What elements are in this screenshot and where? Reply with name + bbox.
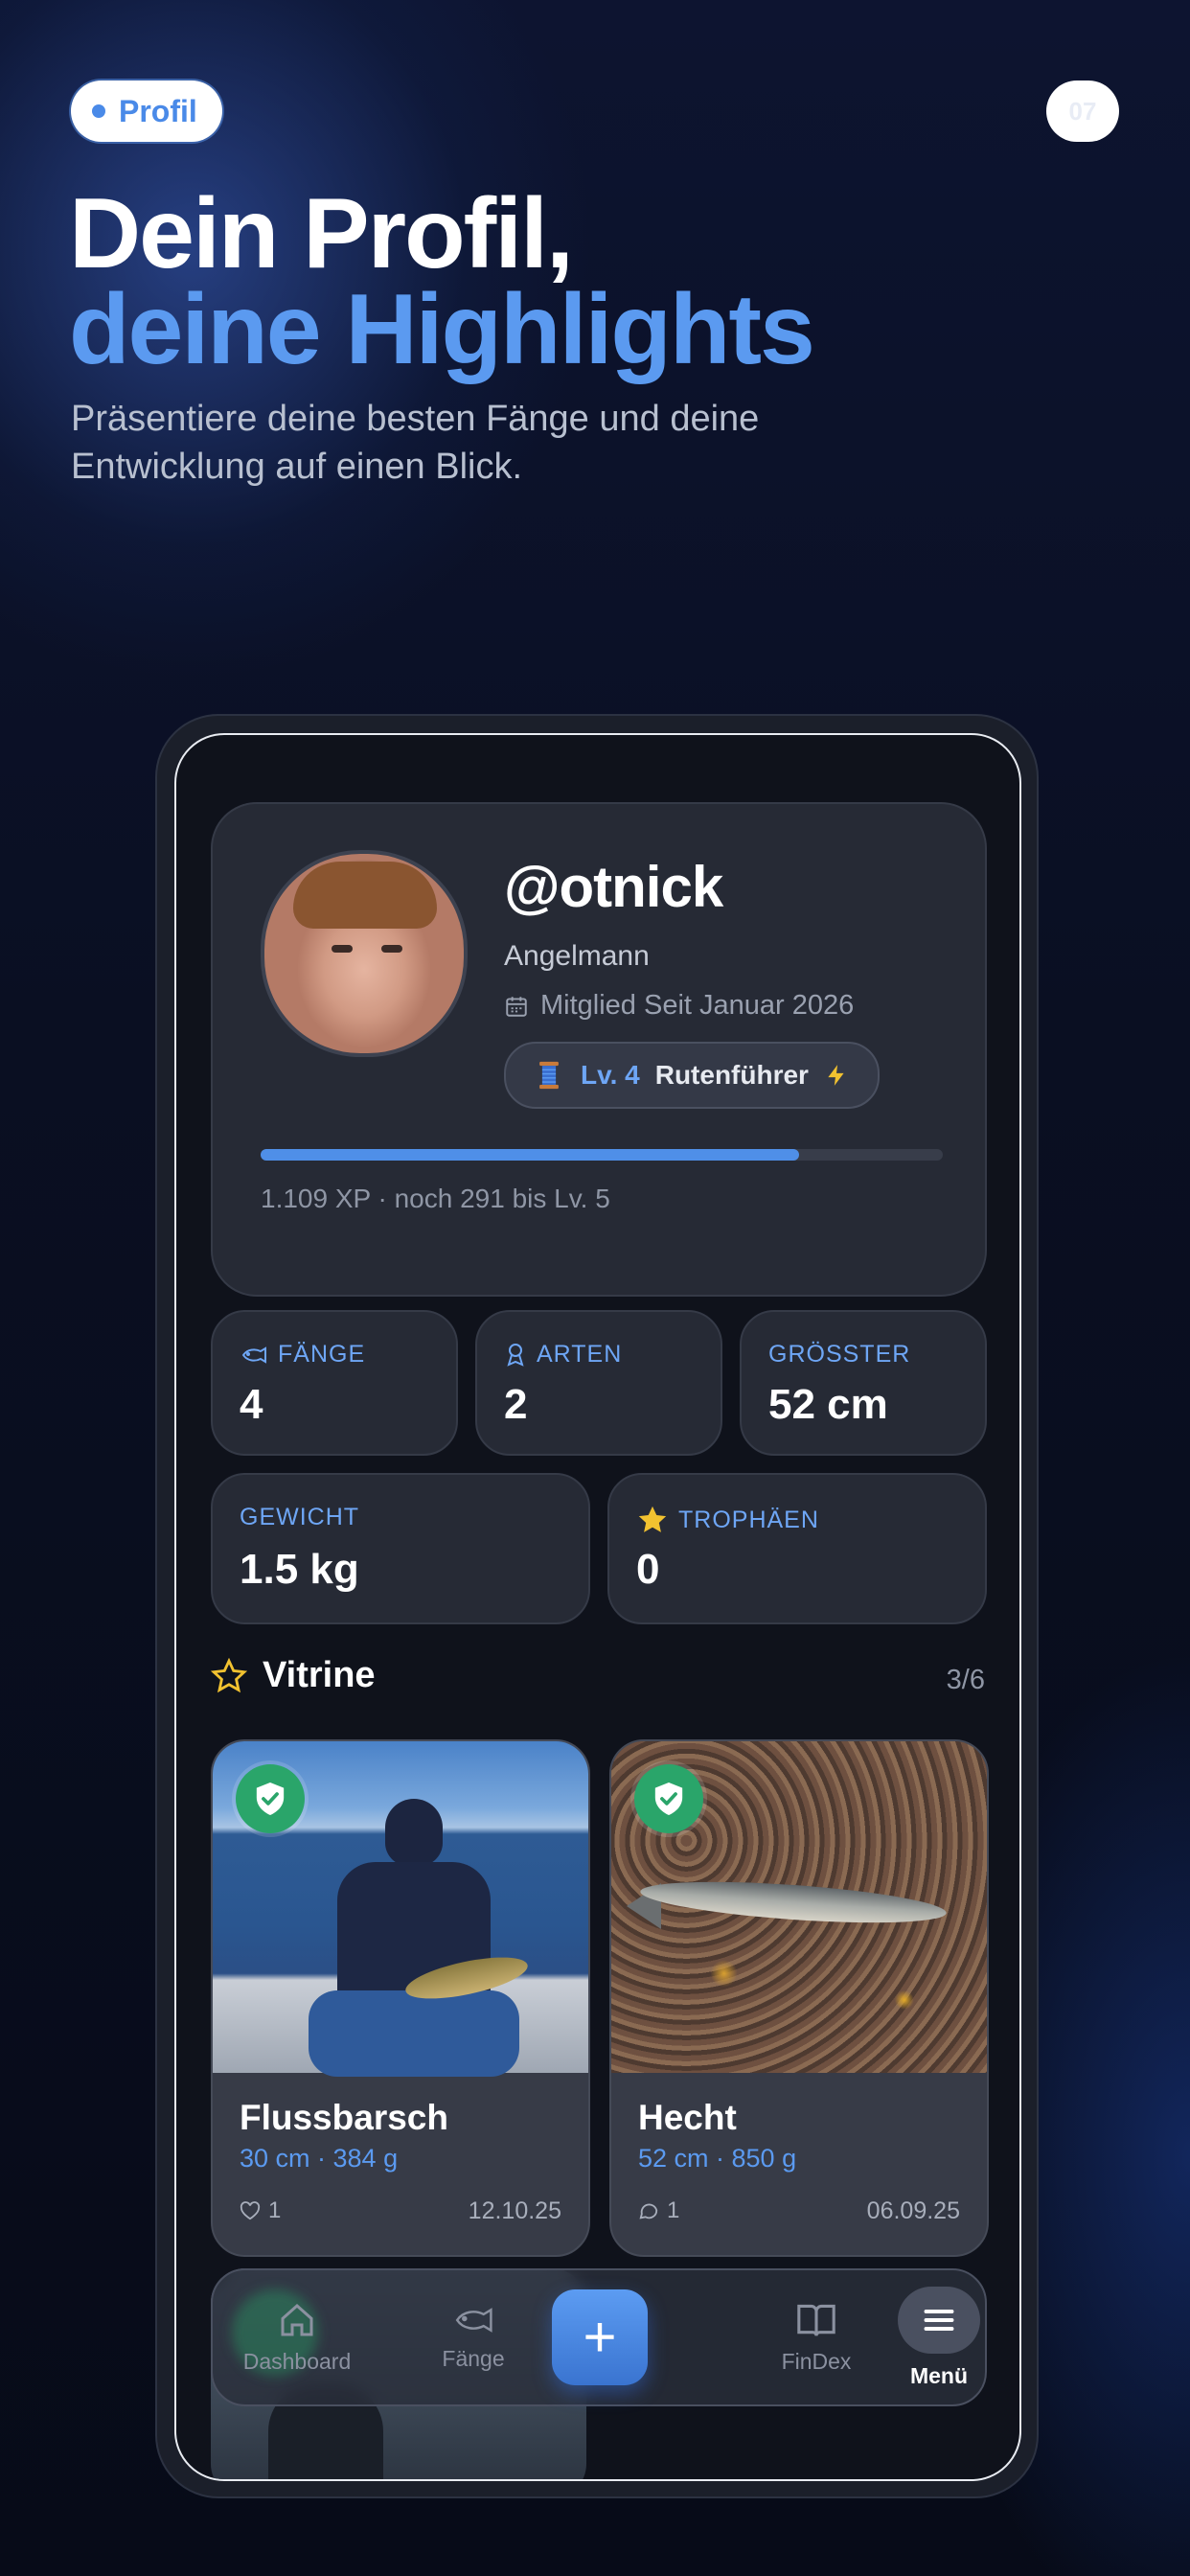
xp-text: 1.109 XP · noch 291 bis Lv. 5 — [261, 1184, 610, 1213]
catch-date: 12.10.25 — [468, 2197, 561, 2224]
stat-species[interactable]: ARTEN 2 — [475, 1310, 722, 1456]
avatar[interactable] — [261, 850, 468, 1057]
vitrine-title: Vitrine — [263, 1655, 376, 1695]
tab-catches[interactable]: Fänge — [397, 2270, 550, 2404]
menu-icon — [898, 2286, 980, 2354]
stat-value: 1.5 kg — [240, 1546, 359, 1593]
level-badge[interactable]: Lv. 4 Rutenführer — [504, 1042, 880, 1109]
catch-name: Hecht — [638, 2098, 737, 2137]
stat-label-text: GRÖSSTER — [768, 1341, 911, 1368]
award-icon — [507, 1343, 524, 1367]
stat-value: 4 — [240, 1381, 263, 1428]
member-since: Mitglied Seit Januar 2026 — [504, 990, 854, 1022]
tab-menu[interactable]: Menü — [893, 2270, 985, 2404]
star-icon — [638, 1506, 667, 1532]
catch-meta: 30 cm · 384 g — [240, 2144, 399, 2173]
stat-value: 0 — [636, 1546, 660, 1593]
stat-label: ARTEN — [504, 1341, 622, 1368]
level-value: Lv. 4 — [581, 1060, 640, 1090]
tab-label: Dashboard — [242, 2348, 352, 2374]
phone-screen: @otnick Angelmann Mitglied Seit Januar 2… — [174, 733, 1021, 2481]
pike-fish — [639, 1874, 948, 1931]
angler-head — [385, 1799, 443, 1866]
stat-value: 2 — [504, 1381, 528, 1428]
phone-frame: @otnick Angelmann Mitglied Seit Januar 2… — [155, 714, 1039, 2498]
avatar-hair — [293, 862, 437, 929]
stat-trophies[interactable]: TROPHÄEN 0 — [607, 1473, 987, 1624]
stat-value: 52 cm — [768, 1381, 888, 1428]
plus-icon: + — [583, 2305, 617, 2369]
pill-label: Profil — [119, 93, 197, 128]
tab-findex[interactable]: FinDex — [740, 2270, 893, 2404]
angler-figure — [309, 1799, 532, 2077]
stat-label: GEWICHT — [240, 1504, 359, 1531]
stat-label: FÄNGE — [240, 1341, 365, 1368]
headline-line-1: Dein Profil, — [69, 178, 574, 289]
page-number: 07 — [1046, 80, 1119, 142]
bottom-tab-bar: Dashboard Fänge + FinDex Menü — [211, 2268, 987, 2406]
rank-name: Rutenführer — [654, 1060, 809, 1090]
pill-dot — [92, 104, 105, 118]
book-icon — [797, 2304, 835, 2336]
reactions[interactable]: 1 — [638, 2197, 679, 2224]
profile-card: @otnick Angelmann Mitglied Seit Januar 2… — [211, 802, 987, 1297]
tab-label: FinDex — [781, 2348, 852, 2374]
xp-progress-bar — [261, 1149, 943, 1161]
star-outline-icon — [211, 1657, 247, 1692]
headline-line-2: deine Highlights — [69, 274, 815, 385]
lightning-icon — [828, 1065, 844, 1086]
reaction-count: 1 — [268, 2197, 282, 2223]
stat-label-text: TROPHÄEN — [678, 1506, 819, 1533]
home-icon — [281, 2303, 313, 2335]
subtitle: Präsentiere deine besten Fänge und deine… — [71, 399, 760, 487]
stat-biggest[interactable]: GRÖSSTER 52 cm — [740, 1310, 987, 1456]
avatar-eye — [332, 945, 353, 953]
avatar-eye — [381, 945, 402, 953]
vitrine-header: Vitrine — [211, 1655, 376, 1696]
tab-label: Fänge — [442, 2345, 505, 2371]
verified-shield-icon — [236, 1764, 305, 1833]
stat-label-text: ARTEN — [537, 1341, 623, 1368]
catch-name: Flussbarsch — [240, 2098, 448, 2137]
comment-icon — [639, 2203, 658, 2220]
xp-progress-fill — [261, 1149, 800, 1161]
stat-weight[interactable]: GEWICHT 1.5 kg — [211, 1473, 590, 1624]
calendar-icon — [506, 996, 527, 1017]
stat-label-text: GEWICHT — [240, 1504, 360, 1530]
vitrine-count: 3/6 — [946, 1665, 985, 1695]
spool-icon — [539, 1061, 559, 1090]
vitrine-card[interactable]: Hecht 52 cm · 850 g 1 06.09.25 — [609, 1739, 989, 2257]
vitrine-card[interactable]: Flussbarsch 30 cm · 384 g 1 12.10.25 — [211, 1739, 590, 2257]
add-catch-button[interactable]: + — [552, 2289, 648, 2385]
username: @otnick — [504, 855, 723, 919]
member-since-text: Mitglied Seit Januar 2026 — [540, 990, 855, 1021]
catch-meta: 52 cm · 850 g — [638, 2144, 797, 2173]
heart-icon — [240, 2201, 261, 2220]
stat-catches[interactable]: FÄNGE 4 — [211, 1310, 458, 1456]
angler-legs — [309, 1990, 519, 2077]
reactions[interactable]: 1 — [240, 2197, 281, 2224]
tab-dashboard[interactable]: Dashboard — [220, 2270, 374, 2404]
reaction-count: 1 — [667, 2197, 680, 2223]
verified-shield-icon — [634, 1764, 703, 1833]
catch-date: 06.09.25 — [866, 2197, 960, 2224]
fish-icon — [241, 1346, 266, 1364]
user-title: Angelmann — [504, 940, 650, 972]
section-pill: Profil — [71, 80, 222, 142]
fish-icon — [455, 2307, 492, 2333]
stat-label: GRÖSSTER — [768, 1341, 910, 1368]
stat-label-text: FÄNGE — [278, 1341, 366, 1368]
tab-label: Menü — [909, 2362, 969, 2388]
stat-label: TROPHÄEN — [636, 1504, 819, 1536]
